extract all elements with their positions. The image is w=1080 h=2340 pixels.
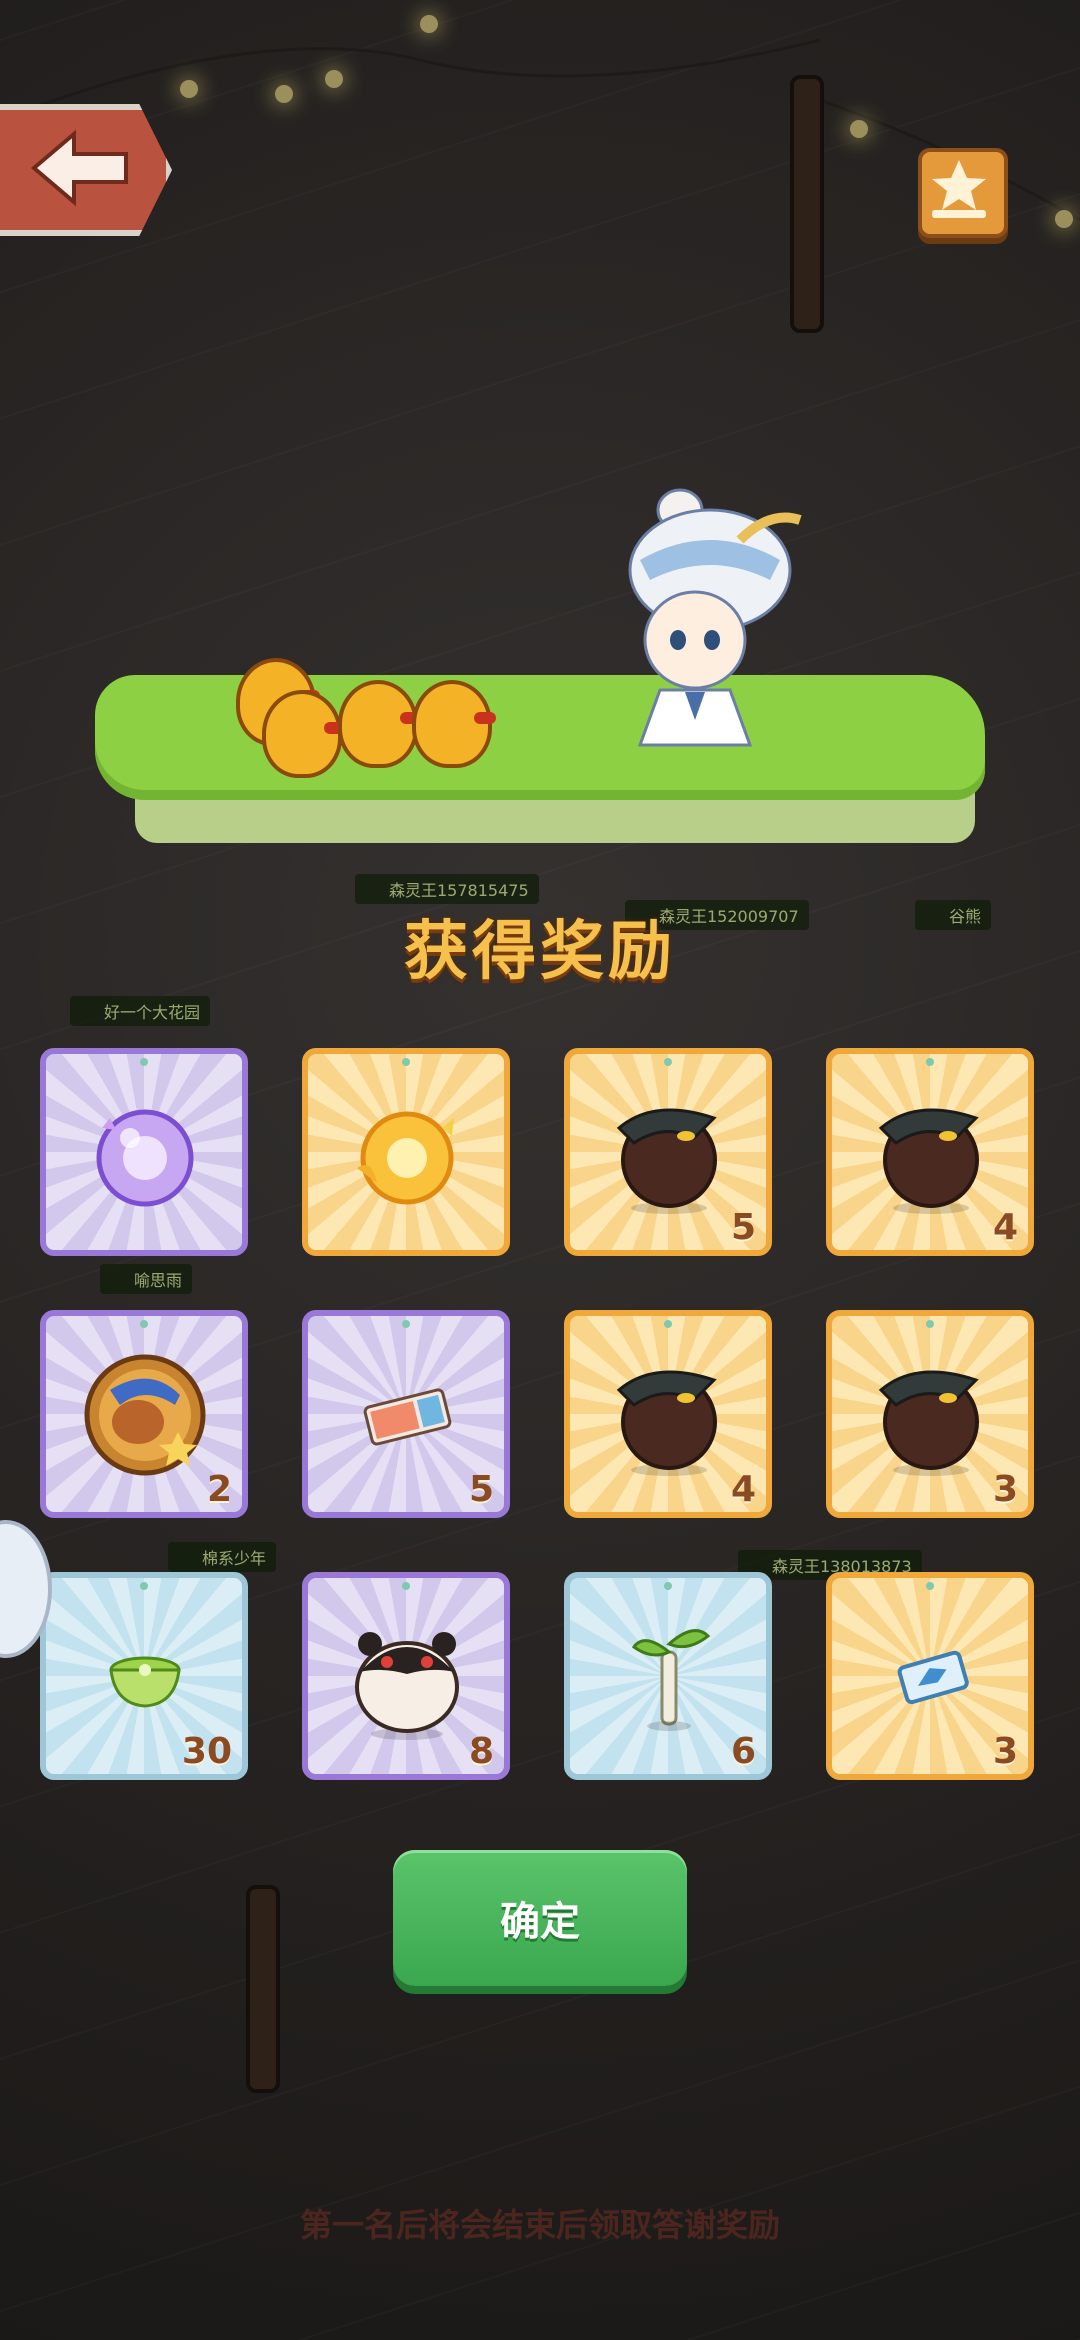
back-button[interactable]: [0, 104, 172, 236]
reward-tile[interactable]: 4: [564, 1310, 772, 1518]
sapling-icon: [631, 1629, 711, 1731]
platform-grass: [95, 675, 985, 800]
crow-egg-icon: [878, 1370, 979, 1476]
reward-tile[interactable]: 6: [564, 1572, 772, 1780]
star-rank-icon: [932, 160, 986, 218]
reward-tile[interactable]: 3: [826, 1572, 1034, 1780]
reward-tile[interactable]: [40, 1048, 248, 1256]
footer-hint: 第一名后将会结束后领取答谢奖励: [299, 2206, 780, 2244]
rank-button[interactable]: [918, 148, 1008, 238]
reward-count: 3: [992, 1731, 1018, 1772]
reward-count: 5: [468, 1469, 494, 1510]
blue-card-icon: [897, 1650, 969, 1705]
ticket-icon: [363, 1388, 452, 1446]
reward-tile[interactable]: 2: [40, 1310, 248, 1518]
chick-character: [262, 690, 346, 778]
reward-tile[interactable]: 5: [302, 1310, 510, 1518]
chick-character: [412, 680, 496, 768]
reward-tile[interactable]: 5: [564, 1048, 772, 1256]
reward-grid: 5 4 2 5 4 3 30 8 6 3: [40, 1048, 1040, 1788]
reward-count: 2: [206, 1469, 232, 1510]
bear-badge-icon: [84, 1354, 206, 1476]
gold-crystal-orb-icon: [357, 1111, 454, 1205]
sheep-girl-character: [628, 488, 802, 747]
reward-count: 6: [730, 1731, 756, 1772]
crow-egg-icon: [616, 1108, 717, 1214]
confirm-button[interactable]: 确定: [393, 1850, 687, 1986]
reward-tile[interactable]: 4: [826, 1048, 1034, 1256]
back-arrow-icon: [30, 129, 128, 207]
green-tea-bowl-icon: [109, 1656, 181, 1708]
reward-count: 3: [992, 1469, 1018, 1510]
panda-egg-icon: [355, 1632, 459, 1740]
reward-tile[interactable]: 3: [826, 1310, 1034, 1518]
reward-tile[interactable]: 30: [40, 1572, 248, 1780]
reward-count: 30: [181, 1731, 232, 1772]
reward-tile[interactable]: 8: [302, 1572, 510, 1780]
reward-count: 4: [730, 1469, 756, 1510]
reward-tile[interactable]: [302, 1048, 510, 1256]
rewards-title: 获得奖励: [404, 915, 676, 989]
chick-character: [338, 680, 422, 768]
reward-count: 8: [468, 1731, 494, 1772]
crow-egg-icon: [616, 1370, 717, 1476]
crow-egg-icon: [878, 1108, 979, 1214]
reward-count: 5: [730, 1207, 756, 1248]
purple-crystal-orb-icon: [96, 1109, 194, 1207]
reward-count: 4: [992, 1207, 1018, 1248]
confirm-button-label: 确定: [500, 1899, 580, 1945]
grass-platform: [95, 675, 985, 855]
